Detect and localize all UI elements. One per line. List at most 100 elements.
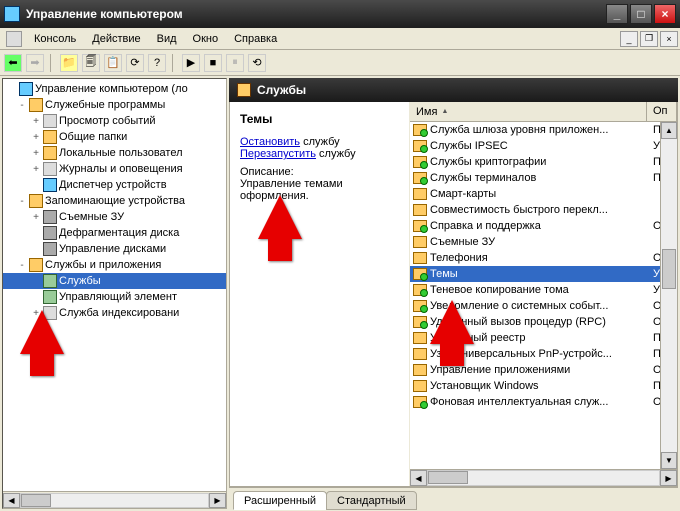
services-list[interactable]: Служба шлюза уровня приложен...ПоСлужбы … [410, 122, 677, 486]
system-menu-icon[interactable] [6, 31, 22, 47]
scroll-thumb[interactable] [662, 249, 676, 289]
service-name: Служба шлюза уровня приложен... [430, 124, 653, 136]
scroll-right-button[interactable]: ▶ [209, 493, 226, 508]
service-row[interactable]: Удаленный реестрПо [410, 330, 677, 346]
service-row[interactable]: Службы криптографииПр [410, 154, 677, 170]
service-row[interactable]: Служба шлюза уровня приложен...По [410, 122, 677, 138]
index-icon [43, 306, 57, 320]
tree-group-storage[interactable]: - Запоминающие устройства [3, 193, 226, 209]
service-row[interactable]: Службы терминаловПо [410, 170, 677, 186]
tree-group-tools[interactable]: - Служебные программы [3, 97, 226, 113]
menu-view[interactable]: Вид [149, 30, 185, 48]
tree-horizontal-scrollbar[interactable]: ◀ ▶ [3, 491, 226, 508]
service-row[interactable]: Уведомление о системных событ...От [410, 298, 677, 314]
scroll-track[interactable] [661, 139, 677, 452]
expand-icon[interactable]: + [31, 164, 41, 175]
scroll-left-button[interactable]: ◀ [410, 470, 427, 486]
scroll-thumb[interactable] [21, 494, 51, 507]
export-button[interactable]: 📋 [104, 54, 122, 72]
tree-item-wmi[interactable]: Управляющий элемент [3, 289, 226, 305]
scroll-thumb[interactable] [428, 471, 468, 484]
column-description[interactable]: Оп [647, 102, 677, 121]
pause-button[interactable]: ⏸ [226, 54, 244, 72]
service-name: Смарт-карты [430, 188, 653, 200]
service-row[interactable]: Удаленный вызов процедур (RPC)Об [410, 314, 677, 330]
mdi-close-button[interactable]: × [660, 31, 678, 47]
mdi-restore-button[interactable]: ❐ [640, 31, 658, 47]
tree-item-diskmgmt[interactable]: Управление дисками [3, 241, 226, 257]
tab-extended[interactable]: Расширенный [233, 491, 327, 510]
service-icon [413, 268, 427, 280]
tree-root[interactable]: Управление компьютером (ло [3, 81, 226, 97]
menu-console[interactable]: Консоль [26, 30, 84, 48]
tree-item-eventviewer[interactable]: +Просмотр событий [3, 113, 226, 129]
expand-icon[interactable]: + [31, 148, 41, 159]
restart-button[interactable]: ⟲ [248, 54, 266, 72]
service-row[interactable]: Установщик WindowsПо [410, 378, 677, 394]
start-button[interactable]: ▶ [182, 54, 200, 72]
help-button[interactable]: ? [148, 54, 166, 72]
service-icon [413, 364, 427, 376]
service-row[interactable]: Службы IPSECУп [410, 138, 677, 154]
service-row[interactable]: Совместимость быстрого перекл... [410, 202, 677, 218]
menu-action[interactable]: Действие [84, 30, 148, 48]
tree-group-services-apps[interactable]: - Службы и приложения [3, 257, 226, 273]
tree-item-indexing[interactable]: +Служба индексировани [3, 305, 226, 321]
close-button[interactable]: × [654, 4, 676, 24]
vertical-scrollbar[interactable]: ▲ ▼ [660, 122, 677, 469]
tree-item-removable[interactable]: +Съемные ЗУ [3, 209, 226, 225]
service-row[interactable]: ТелефонияОб [410, 250, 677, 266]
restart-service-link[interactable]: Перезапустить [240, 148, 316, 160]
properties-button[interactable]: 🗐 [82, 54, 100, 72]
tree-item-devicemgr[interactable]: Диспетчер устройств [3, 177, 226, 193]
service-row[interactable]: Фоновая интеллектуальная служ...Об [410, 394, 677, 410]
service-row[interactable]: Узел универсальных PnP-устройс...По [410, 346, 677, 362]
column-name[interactable]: Имя [410, 102, 647, 121]
expand-icon[interactable]: + [31, 116, 41, 127]
scroll-down-button[interactable]: ▼ [661, 452, 677, 469]
tree-item-users[interactable]: +Локальные пользовател [3, 145, 226, 161]
stop-service-link[interactable]: Остановить [240, 136, 300, 148]
menu-window[interactable]: Окно [185, 30, 227, 48]
tree-item-defrag[interactable]: Дефрагментация диска [3, 225, 226, 241]
expand-icon[interactable]: + [31, 308, 41, 319]
mdi-minimize-button[interactable]: _ [620, 31, 638, 47]
maximize-button[interactable]: □ [630, 4, 652, 24]
collapse-icon[interactable]: - [17, 260, 27, 271]
scroll-left-button[interactable]: ◀ [3, 493, 20, 508]
service-row[interactable]: ТемыУп [410, 266, 677, 282]
stop-button[interactable]: ■ [204, 54, 222, 72]
titlebar[interactable]: Управление компьютером _ □ × [0, 0, 680, 28]
wmi-icon [43, 290, 57, 304]
list-horizontal-scrollbar[interactable]: ◀ ▶ [410, 469, 677, 486]
expand-icon[interactable]: + [31, 212, 41, 223]
tab-standard[interactable]: Стандартный [326, 491, 417, 510]
tree-item-sharedfolders[interactable]: +Общие папки [3, 129, 226, 145]
list-header[interactable]: Имя Оп [410, 102, 677, 122]
scroll-up-button[interactable]: ▲ [661, 122, 677, 139]
tree-item-perflogs[interactable]: +Журналы и оповещения [3, 161, 226, 177]
event-icon [43, 114, 57, 128]
minimize-button[interactable]: _ [606, 4, 628, 24]
scroll-track[interactable] [20, 493, 209, 508]
service-row[interactable]: Теневое копирование томаУп [410, 282, 677, 298]
menu-help[interactable]: Справка [226, 30, 285, 48]
service-row[interactable]: Смарт-карты [410, 186, 677, 202]
scroll-right-button[interactable]: ▶ [660, 470, 677, 486]
service-row[interactable]: Съемные ЗУ [410, 234, 677, 250]
collapse-icon[interactable]: - [17, 196, 27, 207]
window-title: Управление компьютером [26, 7, 604, 21]
description-panel: Темы Остановить службу Перезапустить слу… [230, 102, 410, 486]
expand-icon[interactable]: + [31, 132, 41, 143]
tree-view[interactable]: Управление компьютером (ло - Служебные п… [3, 79, 226, 491]
service-row[interactable]: Справка и поддержкаОб [410, 218, 677, 234]
back-button[interactable]: ⬅ [4, 54, 22, 72]
forward-button[interactable]: ➡ [26, 54, 44, 72]
folder-icon [29, 258, 43, 272]
refresh-button[interactable]: ⟳ [126, 54, 144, 72]
up-button[interactable]: 📁 [60, 54, 78, 72]
scroll-track[interactable] [427, 470, 660, 486]
collapse-icon[interactable]: - [17, 100, 27, 111]
service-row[interactable]: Управление приложениямиОб [410, 362, 677, 378]
tree-item-services[interactable]: Службы [3, 273, 226, 289]
